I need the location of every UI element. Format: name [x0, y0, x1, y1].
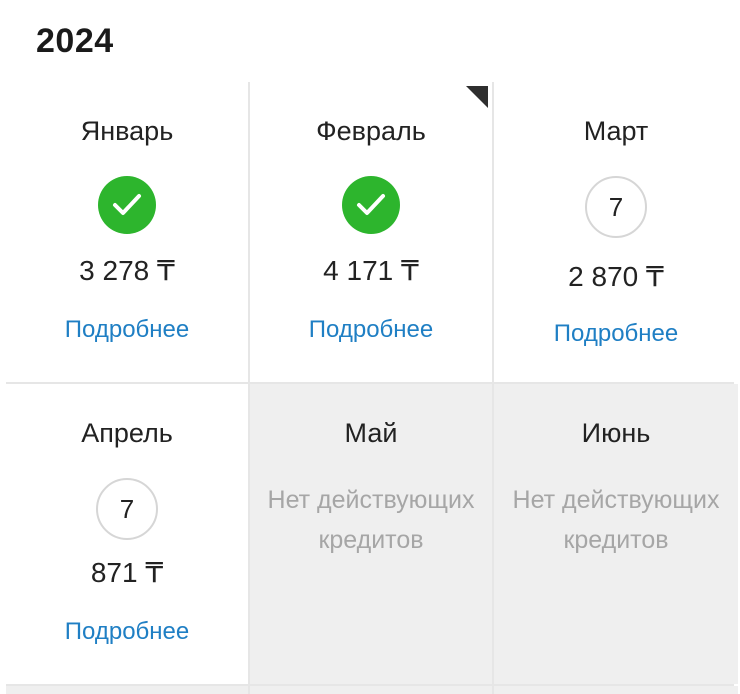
credit-history-page: 2024 Январь 3 278 ₸ Подробнее Февраль 4 …: [0, 0, 740, 694]
month-cell-partial: [6, 686, 248, 694]
month-cell-partial: [494, 686, 738, 694]
details-link[interactable]: Подробнее: [250, 316, 492, 344]
details-link[interactable]: Подробнее: [494, 320, 738, 348]
corner-flag-icon: [466, 86, 488, 108]
payment-count-badge: 7: [96, 478, 158, 540]
month-name: Май: [344, 418, 398, 448]
details-link[interactable]: Подробнее: [6, 316, 248, 344]
month-cell-partial: [250, 686, 492, 694]
month-cell-february: Февраль 4 171 ₸ Подробнее: [250, 82, 492, 382]
month-amount: 2 870 ₸: [568, 261, 664, 292]
month-cell-january: Январь 3 278 ₸ Подробнее: [6, 82, 248, 382]
month-cell-april: Апрель 7 871 ₸ Подробнее: [6, 384, 248, 684]
no-credit-message: Нет действующих кредитов: [512, 486, 720, 554]
month-amount: 3 278 ₸: [79, 255, 175, 286]
month-cell-may: Май Нет действующих кредитов: [250, 384, 492, 684]
month-name: Февраль: [316, 116, 426, 146]
month-name: Март: [583, 116, 649, 146]
month-cell-march: Март 7 2 870 ₸ Подробнее: [494, 82, 738, 382]
check-circle-icon: [342, 176, 400, 234]
check-circle-icon: [98, 176, 156, 234]
month-name: Апрель: [81, 418, 173, 448]
details-link[interactable]: Подробнее: [6, 618, 248, 646]
payment-count-badge: 7: [585, 176, 647, 238]
month-cell-june: Июнь Нет действующих кредитов: [494, 384, 738, 684]
month-name: Июнь: [581, 418, 651, 448]
month-amount: 4 171 ₸: [323, 255, 419, 286]
month-amount: 871 ₸: [90, 557, 164, 588]
month-name: Январь: [80, 116, 174, 146]
no-credit-message: Нет действующих кредитов: [267, 486, 475, 554]
year-title: 2024: [36, 22, 114, 60]
months-grid: Январь 3 278 ₸ Подробнее Февраль 4 171 ₸…: [6, 82, 738, 694]
